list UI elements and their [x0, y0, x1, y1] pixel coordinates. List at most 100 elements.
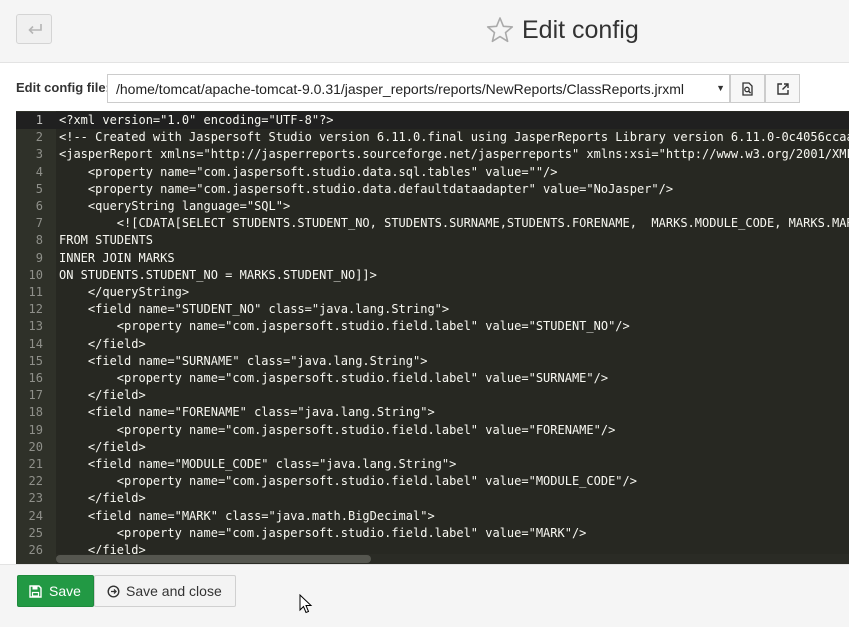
line-number: 16 [28, 371, 43, 385]
line-number: 23 [28, 491, 43, 506]
code-line[interactable]: 11 </queryString> [16, 284, 849, 301]
code-line[interactable]: 15 <field name="SURNAME" class="java.lan… [16, 353, 849, 370]
line-number: 17 [28, 388, 43, 403]
page-header: Edit config [0, 0, 849, 63]
code-line[interactable]: 1 <?xml version="1.0" encoding="UTF-8"?> [16, 112, 849, 130]
line-text: <jasperReport xmlns="http://jasperreport… [59, 147, 849, 162]
page-title: Edit config [522, 16, 639, 44]
code-line[interactable]: 16 <property name="com.jaspersoft.studio… [16, 370, 849, 387]
return-arrow-icon [28, 24, 42, 35]
floppy-disk-icon [29, 585, 42, 598]
line-number: 10 [28, 267, 43, 282]
line-text: </field> [59, 336, 146, 351]
code-line[interactable]: 5 <property name="com.jaspersoft.studio.… [16, 181, 849, 198]
save-and-close-button[interactable]: Save and close [94, 575, 236, 607]
code-line[interactable]: 18 <field name="FORENAME" class="java.la… [16, 404, 849, 421]
save-and-close-label: Save and close [126, 583, 222, 599]
file-search-icon [742, 82, 753, 96]
line-text: <property name="com.jaspersoft.studio.fi… [59, 371, 609, 385]
code-editor[interactable]: 1 <?xml version="1.0" encoding="UTF-8"?> 2… [16, 111, 849, 564]
line-number: 4 [35, 164, 43, 179]
circle-arrow-icon [107, 585, 120, 598]
line-number: 1 [35, 113, 43, 127]
line-number: 22 [28, 474, 43, 489]
line-text: <property name="com.jaspersoft.studio.da… [59, 181, 674, 196]
scrollbar-thumb[interactable] [56, 555, 371, 563]
line-number: 5 [35, 181, 43, 196]
line-number: 9 [35, 250, 43, 265]
line-text: <field name="MARK" class="java.math.BigD… [59, 508, 435, 523]
line-number: 15 [28, 353, 43, 368]
caret-down-icon: ▼ [716, 83, 725, 93]
line-number: 14 [28, 336, 43, 351]
page-footer: Save Save and close [0, 564, 849, 627]
back-button[interactable] [16, 14, 52, 44]
open-external-button[interactable] [765, 74, 800, 103]
line-text: <field name="MODULE_CODE" class="java.la… [59, 457, 457, 471]
code-line[interactable]: 4 <property name="com.jaspersoft.studio.… [16, 164, 849, 181]
line-number: 21 [28, 457, 43, 471]
line-text: <?xml version="1.0" encoding="UTF-8"?> [59, 113, 334, 127]
line-text: <field name="SURNAME" class="java.lang.S… [59, 353, 428, 368]
line-text: INNER JOIN MARKS [59, 250, 175, 265]
line-number: 12 [28, 302, 43, 317]
line-text: <field name="FORENAME" class="java.lang.… [59, 405, 435, 420]
code-line[interactable]: 14 </field> [16, 336, 849, 353]
code-line[interactable]: 3 <jasperReport xmlns="http://jasperrepor… [16, 146, 849, 163]
line-text: ON STUDENTS.STUDENT_NO = MARKS.STUDENT_N… [59, 267, 377, 282]
code-line[interactable]: 23 </field> [16, 490, 849, 507]
code-line[interactable]: 6 <queryString language="SQL"> [16, 198, 849, 215]
line-text: </field> [59, 439, 146, 454]
code-line[interactable]: 21 <field name="MODULE_CODE" class="java… [16, 456, 849, 473]
code-line[interactable]: 17 </field> [16, 387, 849, 404]
line-text: <property name="com.jaspersoft.studio.fi… [59, 525, 587, 540]
code-line[interactable]: 8 FROM STUDENTS [16, 232, 849, 249]
code-line[interactable]: 12 <field name="STUDENT_NO" class="java.… [16, 301, 849, 318]
line-number: 20 [28, 439, 43, 454]
line-number: 26 [28, 543, 43, 557]
line-number: 18 [28, 405, 43, 420]
line-number: 8 [35, 233, 43, 248]
preview-file-button[interactable] [730, 74, 765, 103]
code-line[interactable]: 13 <property name="com.jaspersoft.studio… [16, 318, 849, 335]
line-text: <property name="com.jaspersoft.studio.fi… [59, 422, 616, 437]
line-number: 24 [28, 508, 43, 523]
horizontal-scrollbar[interactable] [56, 554, 849, 564]
code-line[interactable]: 19 <property name="com.jaspersoft.studio… [16, 422, 849, 439]
line-text: <field name="STUDENT_NO" class="java.lan… [59, 302, 450, 317]
line-number: 6 [35, 199, 43, 213]
line-number: 7 [35, 216, 43, 231]
line-number: 11 [28, 285, 43, 299]
line-number: 2 [35, 130, 43, 145]
code-line[interactable]: 10 ON STUDENTS.STUDENT_NO = MARKS.STUDENT… [16, 267, 849, 284]
line-text: FROM STUDENTS [59, 233, 153, 248]
code-line[interactable]: 2 <!-- Created with Jaspersoft Studio ver… [16, 129, 849, 146]
external-link-icon [777, 83, 789, 95]
line-text: <property name="com.jaspersoft.studio.da… [59, 164, 558, 179]
line-text: <![CDATA[SELECT STUDENTS.STUDENT_NO, STU… [59, 216, 849, 231]
line-text: </queryString> [59, 285, 190, 299]
code-line[interactable]: 20 </field> [16, 439, 849, 456]
save-label: Save [49, 583, 81, 599]
line-text: <property name="com.jaspersoft.studio.fi… [59, 319, 630, 334]
code-line[interactable]: 9 INNER JOIN MARKS [16, 250, 849, 267]
line-number: 13 [28, 319, 43, 334]
line-text: </field> [59, 491, 146, 506]
line-number: 3 [35, 147, 43, 162]
code-line[interactable]: 22 <property name="com.jaspersoft.studio… [16, 473, 849, 490]
file-select-label: Edit config file: [16, 80, 110, 95]
code-line[interactable]: 7 <![CDATA[SELECT STUDENTS.STUDENT_NO, S… [16, 215, 849, 232]
config-file-select[interactable]: /home/tomcat/apache-tomcat-9.0.31/jasper… [107, 74, 730, 103]
line-text: <queryString language="SQL"> [59, 199, 291, 213]
mouse-pointer-icon [299, 594, 313, 614]
line-text: </field> [59, 388, 146, 403]
line-text: <!-- Created with Jaspersoft Studio vers… [59, 130, 849, 145]
selected-file-path: /home/tomcat/apache-tomcat-9.0.31/jasper… [116, 81, 685, 97]
line-text: <property name="com.jaspersoft.studio.fi… [59, 474, 637, 489]
code-line[interactable]: 25 <property name="com.jaspersoft.studio… [16, 525, 849, 542]
star-icon[interactable] [486, 16, 514, 44]
line-number: 19 [28, 422, 43, 437]
code-line[interactable]: 24 <field name="MARK" class="java.math.B… [16, 508, 849, 525]
line-number: 25 [28, 525, 43, 540]
save-button[interactable]: Save [17, 575, 94, 607]
